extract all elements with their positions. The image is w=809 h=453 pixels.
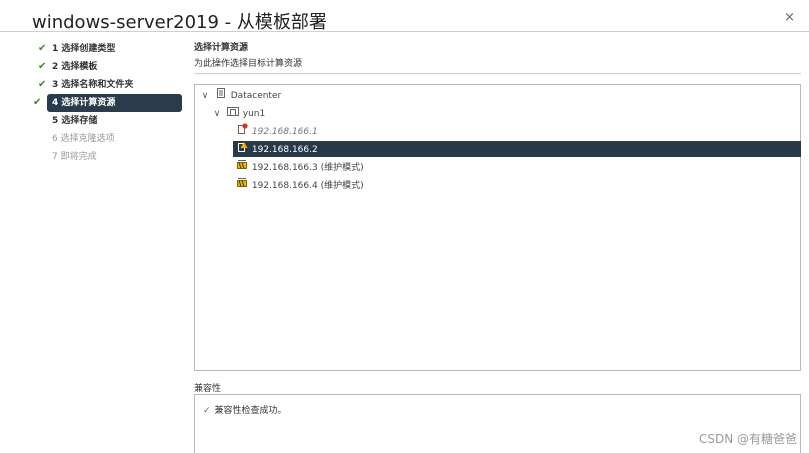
step-label: 2 选择模板: [52, 62, 98, 72]
step-1[interactable]: ✔ 1 选择创建类型: [36, 40, 182, 58]
step-3[interactable]: ✔ 3 选择名称和文件夹: [36, 76, 182, 94]
step-6: 6 选择克隆选项: [36, 130, 182, 148]
tree-node-label: 192.168.166.1: [251, 127, 318, 137]
tree-node-label: 192.168.166.4 (维护模式): [251, 181, 364, 191]
step-label: 3 选择名称和文件夹: [52, 80, 134, 90]
tree-node-host-2[interactable]: 192.168.166.2: [233, 141, 801, 157]
check-icon: ✔: [33, 97, 42, 108]
watermark: CSDN @有糖爸爸: [698, 432, 797, 446]
page-subtitle: 为此操作选择目标计算资源: [194, 59, 303, 69]
step-label: 6 选择克隆选项: [52, 134, 115, 144]
step-2[interactable]: ✔ 2 选择模板: [36, 58, 182, 76]
main-pane: 选择计算资源 为此操作选择目标计算资源: [194, 40, 801, 69]
step-label: 1 选择创建类型: [52, 44, 116, 54]
check-icon: ✔: [38, 79, 47, 90]
title-divider: [0, 31, 809, 32]
tree-node-host-1[interactable]: 192.168.166.1: [235, 123, 318, 139]
host-maintenance-icon: [235, 177, 249, 194]
step-label: 7 即将完成: [52, 152, 97, 162]
check-icon: ✔: [38, 61, 47, 72]
chevron-down-icon[interactable]: ∨: [211, 106, 223, 122]
chevron-down-icon[interactable]: ∨: [199, 88, 211, 104]
tree-node-cluster[interactable]: ∨ yun1: [211, 106, 265, 122]
step-7: 7 即将完成: [36, 148, 182, 166]
page-title: 选择计算资源: [194, 43, 249, 53]
step-label: 5 选择存储: [52, 116, 98, 126]
compat-message-text: 兼容性检查成功。: [214, 406, 287, 416]
cluster-icon: [226, 106, 240, 122]
check-icon: ✓: [203, 406, 211, 416]
host-error-icon: [235, 123, 249, 140]
step-5[interactable]: 5 选择存储: [36, 112, 182, 130]
compat-label: 兼容性: [194, 384, 222, 394]
host-maintenance-icon: [235, 159, 249, 176]
tree-node-datacenter[interactable]: ∨ Datacenter: [199, 88, 281, 104]
compat-message: ✓ 兼容性检查成功。: [203, 403, 287, 416]
tree-node-label: 192.168.166.3 (维护模式): [251, 163, 364, 173]
close-icon[interactable]: ×: [784, 10, 795, 25]
tree-node-label: Datacenter: [230, 91, 282, 101]
check-icon: ✔: [38, 43, 47, 54]
host-warning-icon: [235, 141, 249, 158]
step-label: 4 选择计算资源: [52, 98, 116, 108]
wizard-steps: ✔ 1 选择创建类型 ✔ 2 选择模板 ✔ 3 选择名称和文件夹 ✔ 4 选择计…: [33, 40, 182, 166]
datacenter-icon: [214, 88, 228, 104]
tree-node-host-4[interactable]: 192.168.166.4 (维护模式): [235, 177, 364, 193]
tree-node-host-3[interactable]: 192.168.166.3 (维护模式): [235, 159, 364, 175]
tree-node-label: 192.168.166.2: [251, 145, 318, 155]
section-divider: [194, 73, 801, 74]
tree-node-label: yun1: [242, 109, 266, 119]
step-4[interactable]: ✔ 4 选择计算资源: [33, 94, 182, 112]
compute-resource-tree: ∨ Datacenter ∨ yun1 192.168.166.1 192.16…: [194, 84, 801, 371]
